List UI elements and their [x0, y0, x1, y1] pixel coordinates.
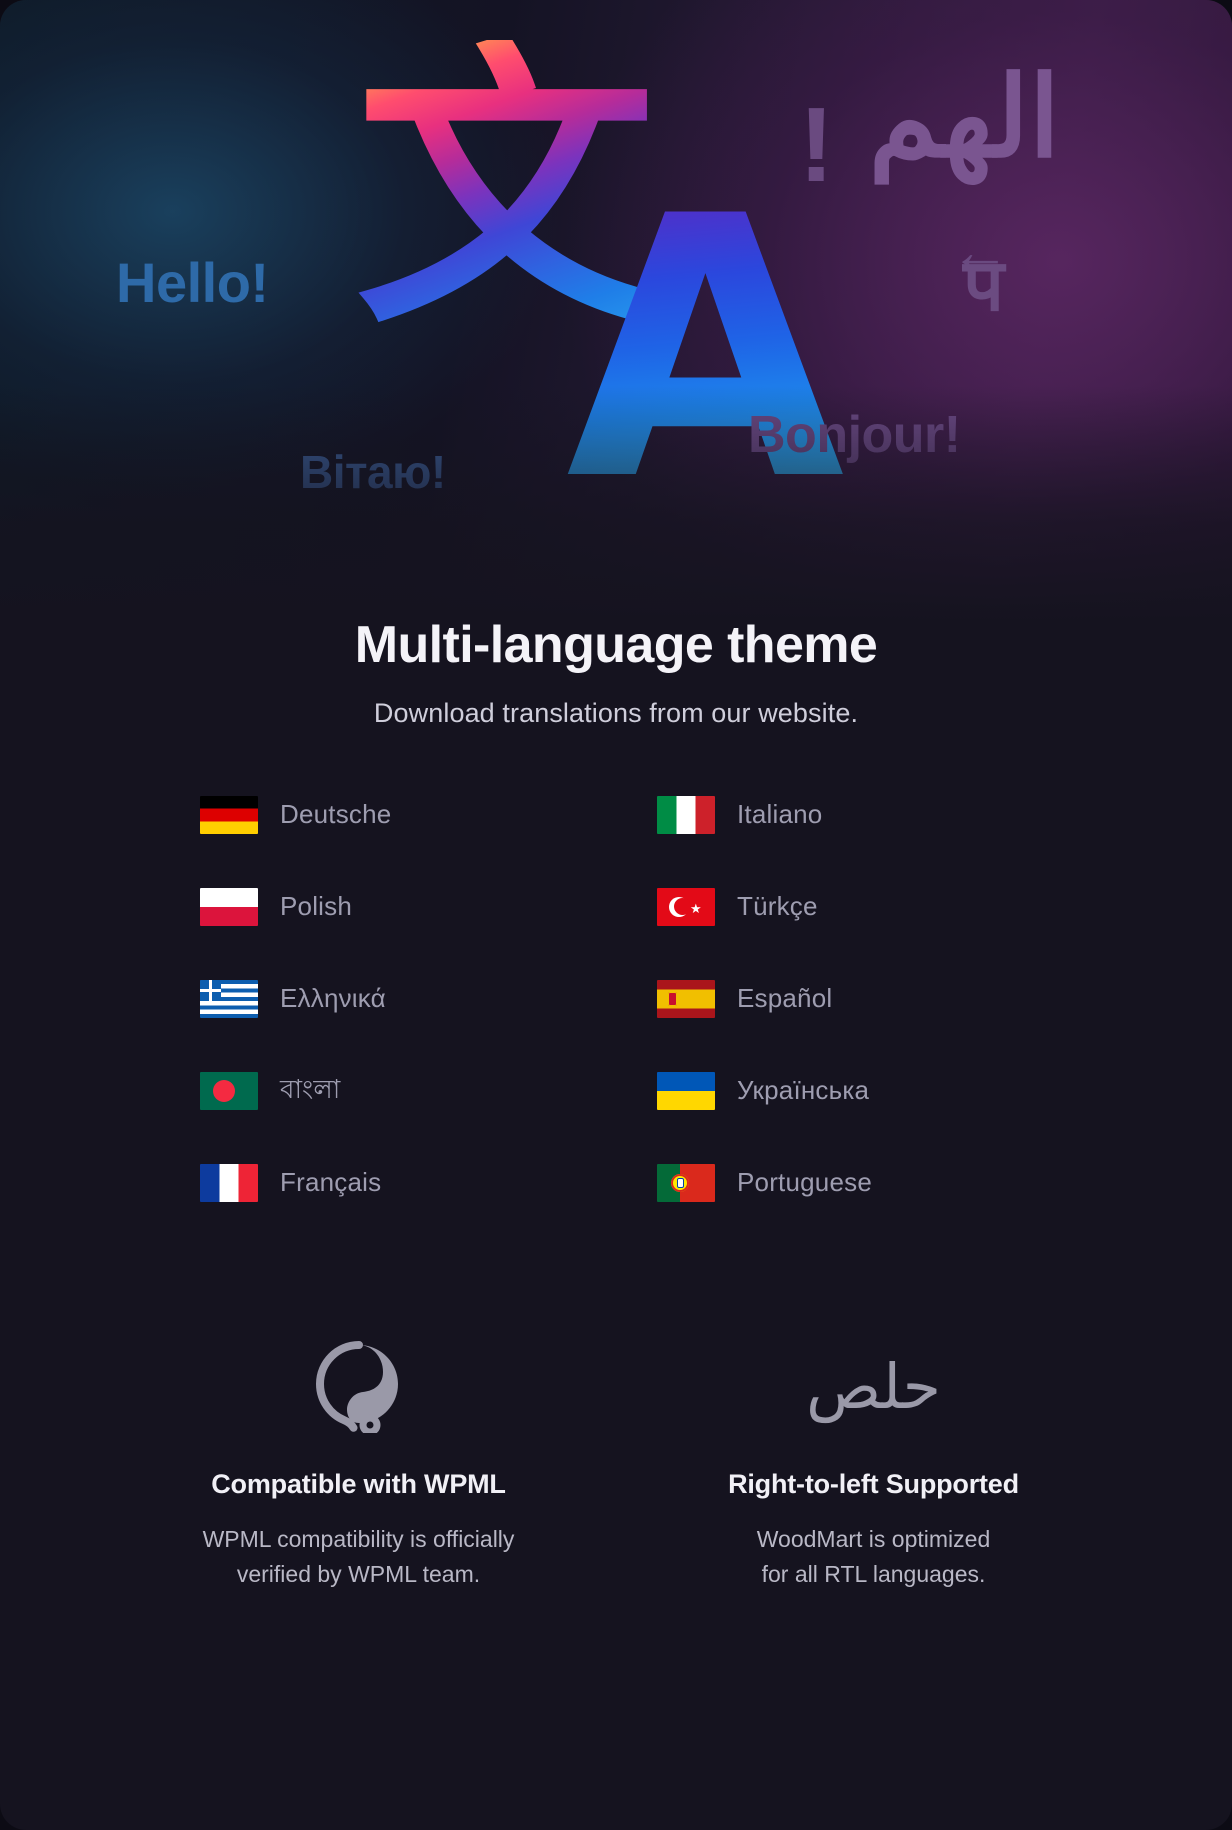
page-title: Multi-language theme: [354, 616, 878, 674]
multi-language-theme-page: 文 A Hello! Вітаю! Bonjour! الهم ! ← प Mu…: [0, 0, 1232, 1830]
feature-desc-line-2: for all RTL languages.: [761, 1560, 986, 1587]
list-item[interactable]: বাংলা: [200, 1067, 575, 1115]
language-label: Deutsche: [280, 799, 392, 830]
language-label: বাংলা: [280, 1073, 341, 1104]
greeting-hello: Hello!: [116, 251, 269, 314]
portugal-flag-icon: [657, 1163, 715, 1202]
italy-flag-icon: [657, 795, 715, 834]
exclamation-mark-decoration: !: [798, 86, 834, 204]
feature-title: Compatible with WPML: [211, 1468, 506, 1499]
language-label: Portuguese: [737, 1167, 872, 1198]
language-list: Deutsche Italiano Polish ★ Türkçe Ελληνι…: [200, 791, 1032, 1207]
feature-wpml: Compatible with WPML WPML compatibility …: [116, 1339, 601, 1592]
arabic-word-decoration: الهم: [868, 55, 1060, 180]
list-item[interactable]: Polish: [200, 883, 575, 931]
list-item[interactable]: ★ Türkçe: [657, 883, 1032, 931]
poland-flag-icon: [200, 887, 258, 926]
page-subtitle: Download translations from our website.: [373, 697, 859, 728]
list-item[interactable]: Español: [657, 975, 1032, 1023]
language-label: Українська: [737, 1075, 870, 1106]
list-item[interactable]: Portuguese: [657, 1159, 1032, 1207]
language-label: Español: [737, 983, 833, 1014]
feature-desc-line-1: WoodMart is optimized: [756, 1525, 991, 1552]
spain-flag-icon: [657, 979, 715, 1018]
arabic-script-icon: حلص: [631, 1339, 1116, 1435]
language-label: Français: [280, 1167, 382, 1198]
arabic-script-glyph: حلص: [806, 1349, 941, 1423]
list-item[interactable]: Українська: [657, 1067, 1032, 1115]
greeting-bonjour: Bonjour!: [748, 406, 961, 464]
language-label: Türkçe: [737, 891, 818, 922]
headings-block: Multi-language theme Download translatio…: [0, 616, 1232, 729]
list-item[interactable]: Français: [200, 1159, 575, 1207]
feature-title: Right-to-left Supported: [728, 1468, 1019, 1499]
language-label: Ελληνικά: [280, 983, 386, 1014]
feature-rtl: حلص Right-to-left Supported WoodMart is …: [631, 1339, 1116, 1592]
language-label: Italiano: [737, 799, 823, 830]
feature-desc-line-1: WPML compatibility is officially: [202, 1525, 515, 1552]
ukraine-flag-icon: [657, 1071, 715, 1110]
wpml-logo-icon: [116, 1339, 601, 1435]
turkey-flag-icon: ★: [657, 887, 715, 926]
germany-flag-icon: [200, 795, 258, 834]
france-flag-icon: [200, 1163, 258, 1202]
language-label: Polish: [280, 891, 353, 922]
list-item[interactable]: Ελληνικά: [200, 975, 575, 1023]
feature-desc-line-2: verified by WPML team.: [236, 1560, 481, 1587]
list-item[interactable]: Deutsche: [200, 791, 575, 839]
features-section: Compatible with WPML WPML compatibility …: [116, 1339, 1116, 1592]
list-item[interactable]: Italiano: [657, 791, 1032, 839]
feature-description: WPML compatibility is officially verifie…: [116, 1522, 601, 1592]
bangladesh-flag-icon: [200, 1071, 258, 1110]
greeting-vitayu: Вітаю!: [300, 446, 446, 498]
feature-description: WoodMart is optimized for all RTL langua…: [631, 1522, 1116, 1592]
greece-flag-icon: [200, 979, 258, 1018]
hero-banner: 文 A Hello! Вітаю! Bonjour! الهم ! ← प: [0, 0, 1232, 622]
devanagari-glyph-decoration: प: [963, 246, 1004, 326]
latin-a-glyph-icon: A: [566, 140, 845, 559]
